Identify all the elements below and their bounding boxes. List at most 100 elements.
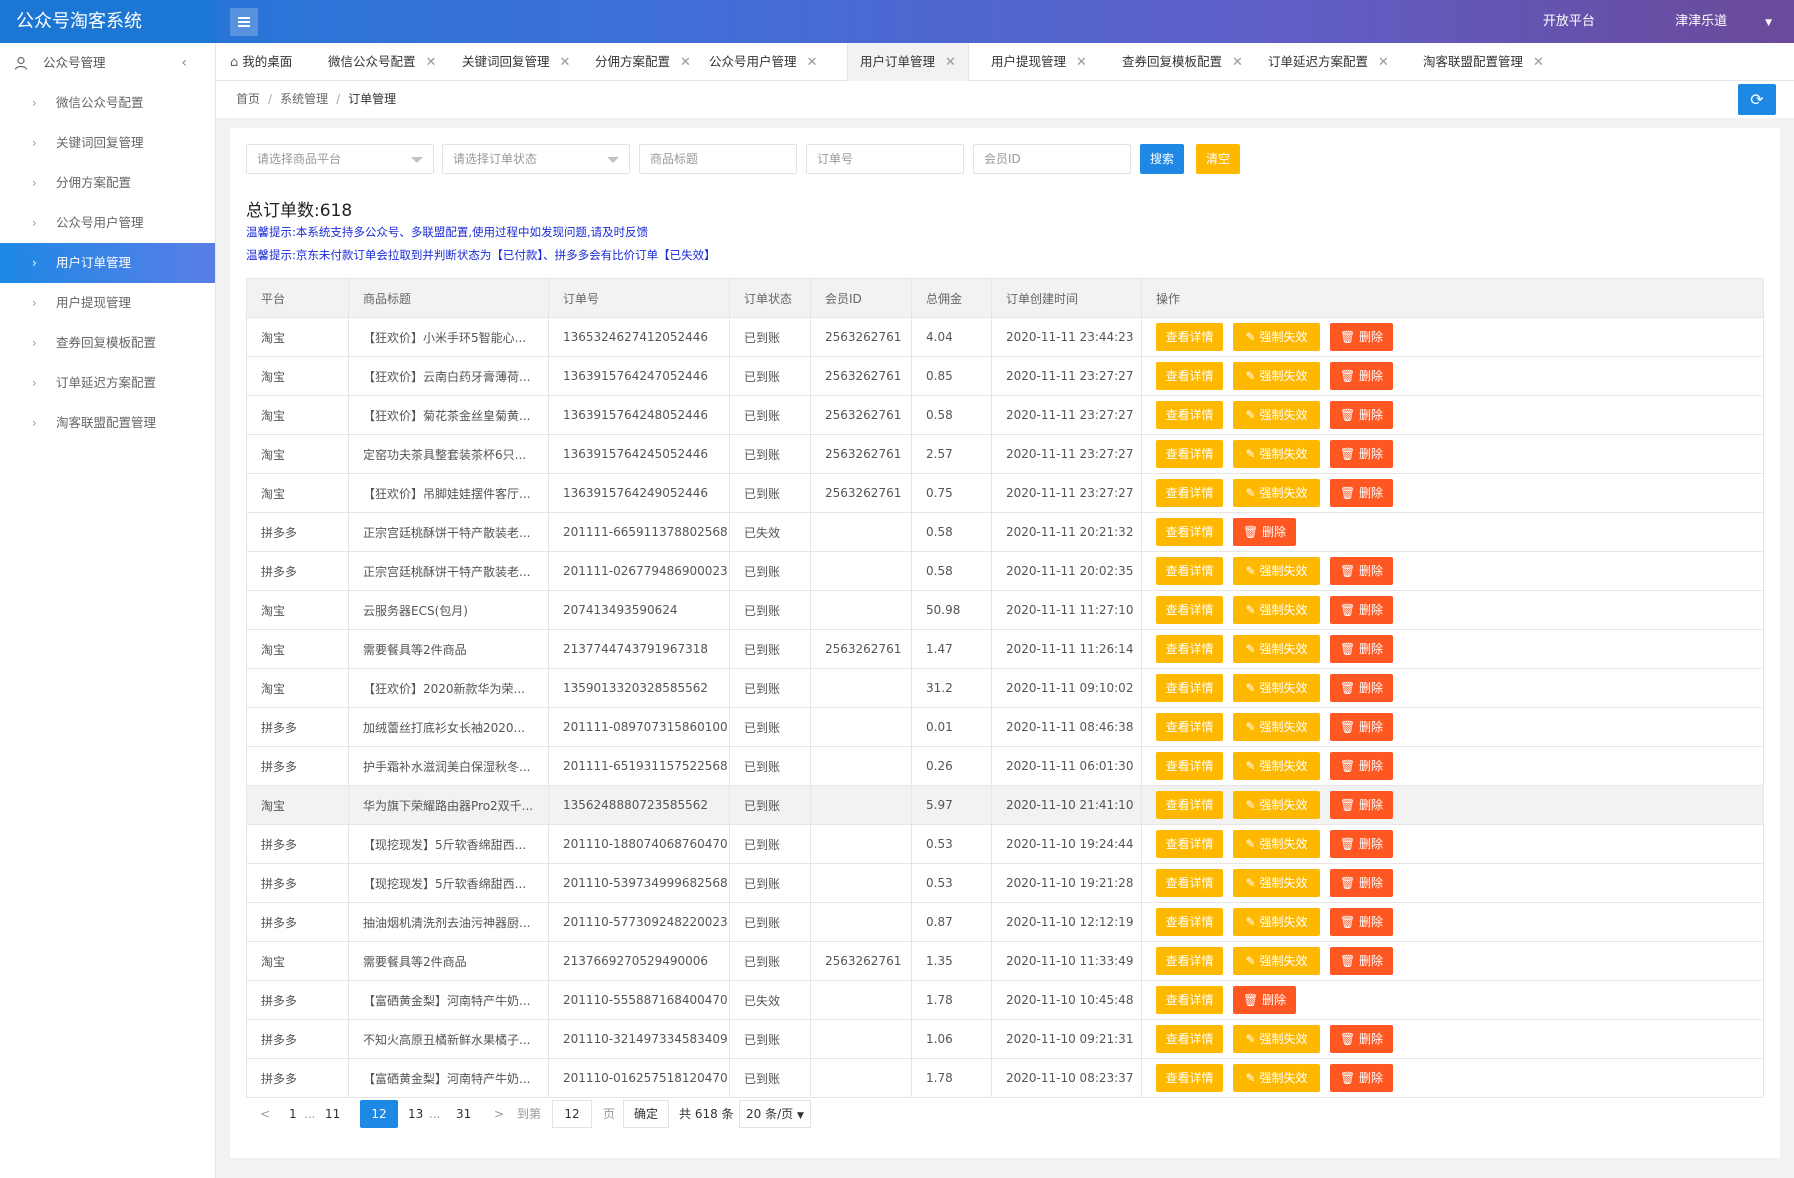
- delete-button[interactable]: 🗑 删除: [1330, 947, 1393, 975]
- close-icon[interactable]: ✕: [1232, 55, 1243, 70]
- tab[interactable]: 分佣方案配置 ✕: [595, 43, 691, 81]
- force-void-button[interactable]: ✎ 强制失效: [1233, 830, 1320, 858]
- view-detail-button[interactable]: 查看详情: [1156, 908, 1223, 936]
- sidebar-item[interactable]: › 公众号用户管理: [0, 203, 215, 243]
- delete-button[interactable]: 🗑 删除: [1330, 596, 1393, 624]
- view-detail-button[interactable]: 查看详情: [1156, 1025, 1223, 1053]
- delete-button[interactable]: 🗑 删除: [1330, 1025, 1393, 1053]
- platform-select[interactable]: 请选择商品平台: [246, 144, 434, 174]
- goto-confirm-button[interactable]: 确定: [623, 1100, 669, 1128]
- breadcrumb-home[interactable]: 首页: [236, 92, 260, 106]
- clear-button[interactable]: 清空: [1196, 144, 1240, 174]
- force-void-button[interactable]: ✎ 强制失效: [1233, 362, 1320, 390]
- tab[interactable]: 微信公众号配置 ✕: [328, 43, 436, 81]
- close-icon[interactable]: ✕: [426, 55, 437, 70]
- delete-button[interactable]: 🗑 删除: [1330, 674, 1393, 702]
- force-void-button[interactable]: ✎ 强制失效: [1233, 674, 1320, 702]
- view-detail-button[interactable]: 查看详情: [1156, 752, 1223, 780]
- view-detail-button[interactable]: 查看详情: [1156, 674, 1223, 702]
- view-detail-button[interactable]: 查看详情: [1156, 635, 1223, 663]
- per-page-select[interactable]: 20 条/页 ▼: [739, 1100, 811, 1128]
- sidebar-item[interactable]: › 用户提现管理: [0, 283, 215, 323]
- tab[interactable]: 订单延迟方案配置 ✕: [1268, 43, 1389, 81]
- close-icon[interactable]: ✕: [1378, 55, 1389, 70]
- title-input[interactable]: 商品标题: [639, 144, 797, 174]
- view-detail-button[interactable]: 查看详情: [1156, 986, 1223, 1014]
- tab[interactable]: 用户提现管理 ✕: [991, 43, 1087, 81]
- force-void-button[interactable]: ✎ 强制失效: [1233, 440, 1320, 468]
- force-void-button[interactable]: ✎ 强制失效: [1233, 596, 1320, 624]
- delete-button[interactable]: 🗑 删除: [1330, 869, 1393, 897]
- close-icon[interactable]: ✕: [945, 55, 956, 70]
- delete-button[interactable]: 🗑 删除: [1330, 635, 1393, 663]
- tab[interactable]: 淘客联盟配置管理 ✕: [1423, 43, 1544, 81]
- menu-toggle-icon[interactable]: [230, 8, 258, 36]
- sidebar-group-account[interactable]: 公众号管理 ‹: [0, 43, 215, 83]
- delete-button[interactable]: 🗑 删除: [1330, 830, 1393, 858]
- view-detail-button[interactable]: 查看详情: [1156, 362, 1223, 390]
- delete-button[interactable]: 🗑 删除: [1330, 401, 1393, 429]
- view-detail-button[interactable]: 查看详情: [1156, 518, 1223, 546]
- page-link[interactable]: 31: [456, 1100, 471, 1128]
- force-void-button[interactable]: ✎ 强制失效: [1233, 323, 1320, 351]
- view-detail-button[interactable]: 查看详情: [1156, 401, 1223, 429]
- sidebar-item[interactable]: › 淘客联盟配置管理: [0, 403, 215, 443]
- delete-button[interactable]: 🗑 删除: [1330, 323, 1393, 351]
- force-void-button[interactable]: ✎ 强制失效: [1233, 635, 1320, 663]
- close-icon[interactable]: ✕: [680, 55, 691, 70]
- search-button[interactable]: 搜索: [1140, 144, 1184, 174]
- refresh-button[interactable]: ⟳: [1738, 84, 1776, 115]
- close-icon[interactable]: ✕: [807, 55, 818, 70]
- page-link[interactable]: 11: [325, 1100, 340, 1128]
- delete-button[interactable]: 🗑 删除: [1330, 362, 1393, 390]
- status-select[interactable]: 请选择订单状态: [442, 144, 630, 174]
- view-detail-button[interactable]: 查看详情: [1156, 791, 1223, 819]
- force-void-button[interactable]: ✎ 强制失效: [1233, 557, 1320, 585]
- view-detail-button[interactable]: 查看详情: [1156, 830, 1223, 858]
- force-void-button[interactable]: ✎ 强制失效: [1233, 479, 1320, 507]
- tab[interactable]: ⌂ 我的桌面: [230, 43, 292, 81]
- order-input[interactable]: 订单号: [806, 144, 964, 174]
- sidebar-item[interactable]: › 订单延迟方案配置: [0, 363, 215, 403]
- member-id-input[interactable]: 会员ID: [973, 144, 1131, 174]
- force-void-button[interactable]: ✎ 强制失效: [1233, 1025, 1320, 1053]
- open-platform-link[interactable]: 开放平台: [1543, 0, 1595, 43]
- force-void-button[interactable]: ✎ 强制失效: [1233, 1064, 1320, 1092]
- current-page[interactable]: 12: [360, 1100, 398, 1128]
- delete-button[interactable]: 🗑 删除: [1330, 479, 1393, 507]
- delete-button[interactable]: 🗑 删除: [1330, 1064, 1393, 1092]
- delete-button[interactable]: 🗑 删除: [1330, 713, 1393, 741]
- force-void-button[interactable]: ✎ 强制失效: [1233, 401, 1320, 429]
- delete-button[interactable]: 🗑 删除: [1330, 752, 1393, 780]
- delete-button[interactable]: 🗑 删除: [1330, 440, 1393, 468]
- next-page-icon[interactable]: >: [494, 1100, 504, 1128]
- view-detail-button[interactable]: 查看详情: [1156, 596, 1223, 624]
- force-void-button[interactable]: ✎ 强制失效: [1233, 947, 1320, 975]
- view-detail-button[interactable]: 查看详情: [1156, 557, 1223, 585]
- tab[interactable]: 关键词回复管理 ✕: [462, 43, 570, 81]
- view-detail-button[interactable]: 查看详情: [1156, 713, 1223, 741]
- tab[interactable]: 查券回复模板配置 ✕: [1122, 43, 1243, 81]
- sidebar-item[interactable]: › 分佣方案配置: [0, 163, 215, 203]
- sidebar-item[interactable]: › 关键词回复管理: [0, 123, 215, 163]
- user-menu[interactable]: 津津乐道 ▼: [1637, 0, 1772, 45]
- view-detail-button[interactable]: 查看详情: [1156, 440, 1223, 468]
- force-void-button[interactable]: ✎ 强制失效: [1233, 713, 1320, 741]
- breadcrumb-section[interactable]: 系统管理: [280, 92, 328, 106]
- delete-button[interactable]: 🗑 删除: [1233, 986, 1296, 1014]
- view-detail-button[interactable]: 查看详情: [1156, 1064, 1223, 1092]
- page-link[interactable]: 13: [408, 1100, 423, 1128]
- delete-button[interactable]: 🗑 删除: [1233, 518, 1296, 546]
- view-detail-button[interactable]: 查看详情: [1156, 323, 1223, 351]
- force-void-button[interactable]: ✎ 强制失效: [1233, 752, 1320, 780]
- sidebar-item[interactable]: › 微信公众号配置: [0, 83, 215, 123]
- delete-button[interactable]: 🗑 删除: [1330, 791, 1393, 819]
- delete-button[interactable]: 🗑 删除: [1330, 557, 1393, 585]
- tab[interactable]: 用户订单管理 ✕: [847, 43, 969, 81]
- delete-button[interactable]: 🗑 删除: [1330, 908, 1393, 936]
- view-detail-button[interactable]: 查看详情: [1156, 869, 1223, 897]
- force-void-button[interactable]: ✎ 强制失效: [1233, 869, 1320, 897]
- chevron-left-icon[interactable]: ‹: [181, 43, 187, 83]
- goto-page-input[interactable]: 12: [552, 1100, 592, 1128]
- view-detail-button[interactable]: 查看详情: [1156, 479, 1223, 507]
